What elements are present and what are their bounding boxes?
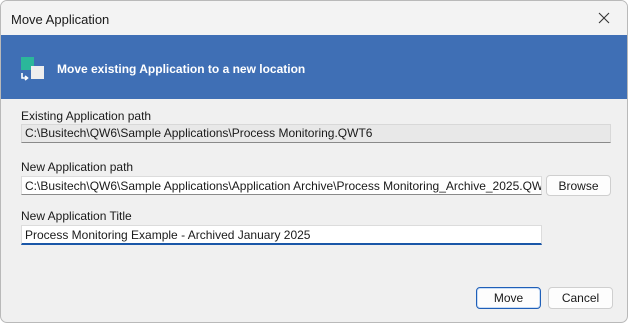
move-app-icon bbox=[21, 57, 44, 81]
new-path-label: New Application path bbox=[21, 160, 134, 174]
banner-heading: Move existing Application to a new locat… bbox=[57, 62, 306, 76]
move-application-dialog: Move Application Move existing Applicati… bbox=[0, 0, 628, 323]
cancel-button[interactable]: Cancel bbox=[548, 287, 613, 309]
close-icon bbox=[598, 12, 610, 24]
header-banner: Move existing Application to a new locat… bbox=[1, 35, 627, 99]
close-button[interactable] bbox=[581, 1, 627, 35]
new-title-input[interactable] bbox=[21, 225, 542, 245]
new-title-label: New Application Title bbox=[21, 209, 132, 223]
browse-button[interactable]: Browse bbox=[546, 175, 611, 196]
title-bar: Move Application bbox=[1, 1, 627, 35]
existing-path-label: Existing Application path bbox=[21, 109, 152, 123]
move-button[interactable]: Move bbox=[476, 287, 541, 309]
window-title: Move Application bbox=[11, 12, 110, 27]
new-path-input[interactable] bbox=[21, 176, 542, 195]
existing-path-field: C:\Busitech\QW6\Sample Applications\Proc… bbox=[21, 124, 611, 143]
